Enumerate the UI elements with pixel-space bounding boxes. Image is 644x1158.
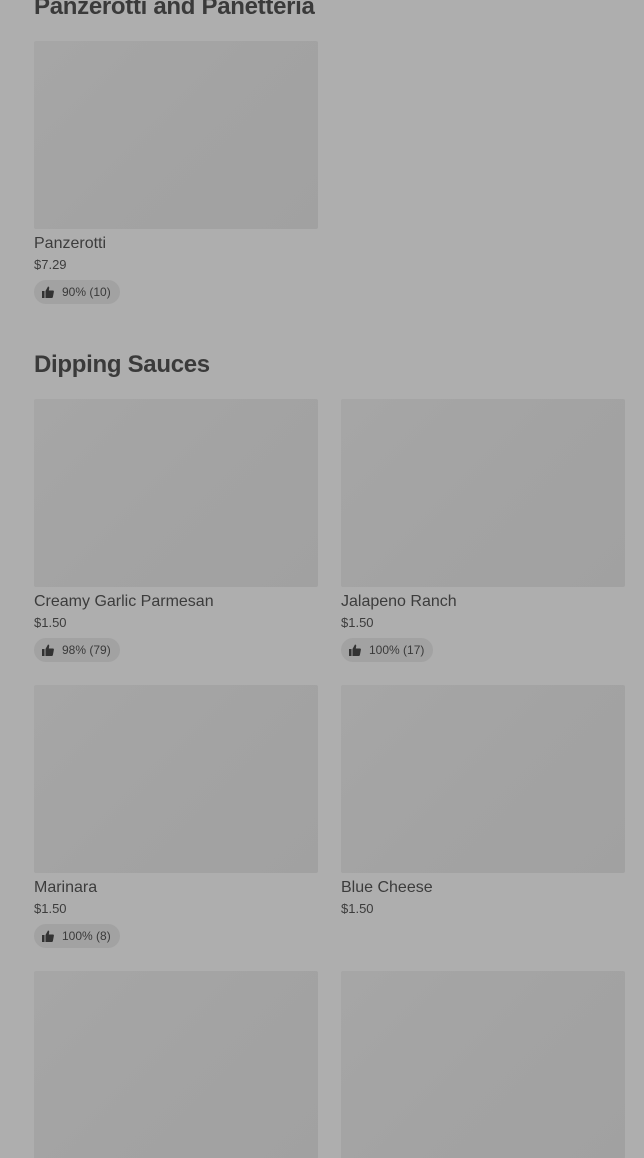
- menu-item-name: Marinara: [34, 879, 98, 896]
- thumbs-up-icon: [42, 286, 54, 298]
- menu-item-image[interactable]: [34, 399, 318, 587]
- menu-item-card-panzerotti[interactable]: Panzerotti $7.29 90% (10): [34, 41, 318, 304]
- thumbs-up-icon: [349, 644, 361, 656]
- menu-item-price: $1.50: [341, 615, 374, 630]
- store-menu-page: Panzerotti and Panetteria Panzerotti $7.…: [0, 0, 644, 1158]
- menu-item-image[interactable]: [34, 685, 318, 873]
- menu-item-image[interactable]: [341, 399, 625, 587]
- rating-text: 90% (10): [62, 285, 111, 299]
- menu-item-image[interactable]: [341, 971, 625, 1158]
- menu-item-card-blue-cheese[interactable]: Blue Cheese $1.50: [341, 685, 625, 918]
- menu-item-price: $1.50: [34, 901, 67, 916]
- menu-item-image[interactable]: [34, 971, 318, 1158]
- menu-item-card-marinara[interactable]: Marinara $1.50 100% (8): [34, 685, 318, 948]
- menu-item-card-jalapeno-ranch[interactable]: Jalapeno Ranch $1.50 100% (17): [341, 399, 625, 662]
- section-title-panzerotti: Panzerotti and Panetteria: [34, 0, 315, 20]
- rating-text: 100% (17): [369, 643, 425, 657]
- menu-item-name: Panzerotti: [34, 235, 107, 252]
- menu-item-price: $1.50: [341, 901, 374, 916]
- menu-item-image[interactable]: [34, 41, 318, 229]
- menu-item-card[interactable]: [341, 971, 625, 1158]
- menu-item-name: Jalapeno Ranch: [341, 593, 457, 610]
- rating-badge: 100% (17): [341, 638, 434, 662]
- menu-item-price: $1.50: [34, 615, 67, 630]
- menu-item-name: Creamy Garlic Parmesan: [34, 593, 214, 610]
- rating-badge: 98% (79): [34, 638, 120, 662]
- rating-badge: 90% (10): [34, 280, 120, 304]
- thumbs-up-icon: [42, 930, 54, 942]
- menu-item-card-creamy-garlic-parmesan[interactable]: Creamy Garlic Parmesan $1.50 98% (79): [34, 399, 318, 662]
- menu-item-image[interactable]: [341, 685, 625, 873]
- menu-item-card[interactable]: [34, 971, 318, 1158]
- section-title-dipping-sauces: Dipping Sauces: [34, 351, 210, 378]
- menu-item-name: Blue Cheese: [341, 879, 433, 896]
- thumbs-up-icon: [42, 644, 54, 656]
- rating-badge: 100% (8): [34, 924, 120, 948]
- rating-text: 100% (8): [62, 929, 111, 943]
- menu-item-price: $7.29: [34, 257, 67, 272]
- rating-text: 98% (79): [62, 643, 111, 657]
